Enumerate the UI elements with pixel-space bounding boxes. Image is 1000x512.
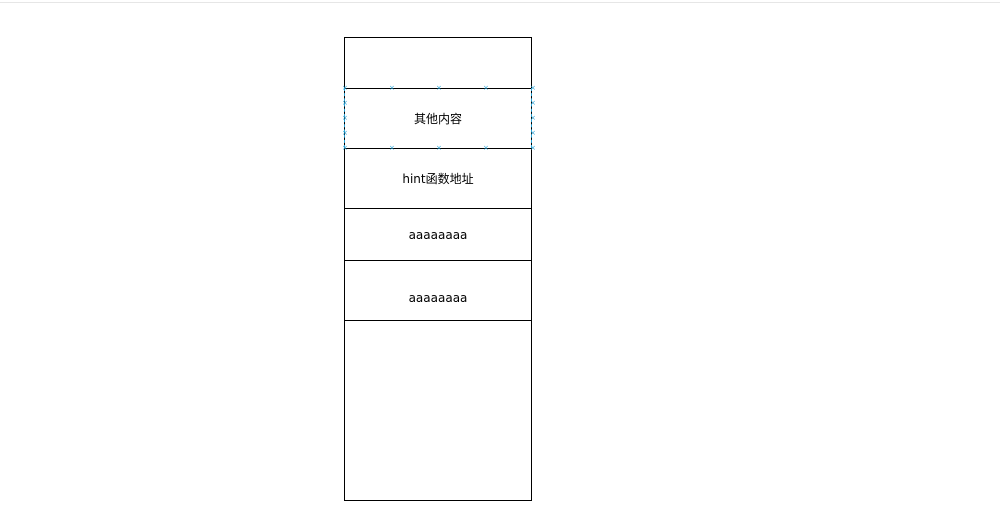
diagram-canvas[interactable]: 其他内容 hint函数地址 aaaaaaaa aaaaaaaa × × × × … (0, 0, 1000, 512)
stack-cell-empty-bottom[interactable] (345, 321, 531, 500)
stack-cell-label: aaaaaaaa (408, 290, 468, 305)
stack-cell-padding-2[interactable]: aaaaaaaa (345, 261, 531, 321)
stack-cell-label: 其他内容 (413, 112, 462, 126)
stack-cell-hint-address[interactable]: hint函数地址 (345, 149, 531, 209)
stack-cell-label: aaaaaaaa (408, 227, 468, 242)
memory-stack: 其他内容 hint函数地址 aaaaaaaa aaaaaaaa (344, 37, 532, 501)
stack-cell-empty-top[interactable] (345, 38, 531, 89)
stack-cell-label: hint函数地址 (402, 172, 474, 186)
stack-cell-padding-1[interactable]: aaaaaaaa (345, 209, 531, 261)
stack-cell-other-content[interactable]: 其他内容 (345, 89, 531, 149)
